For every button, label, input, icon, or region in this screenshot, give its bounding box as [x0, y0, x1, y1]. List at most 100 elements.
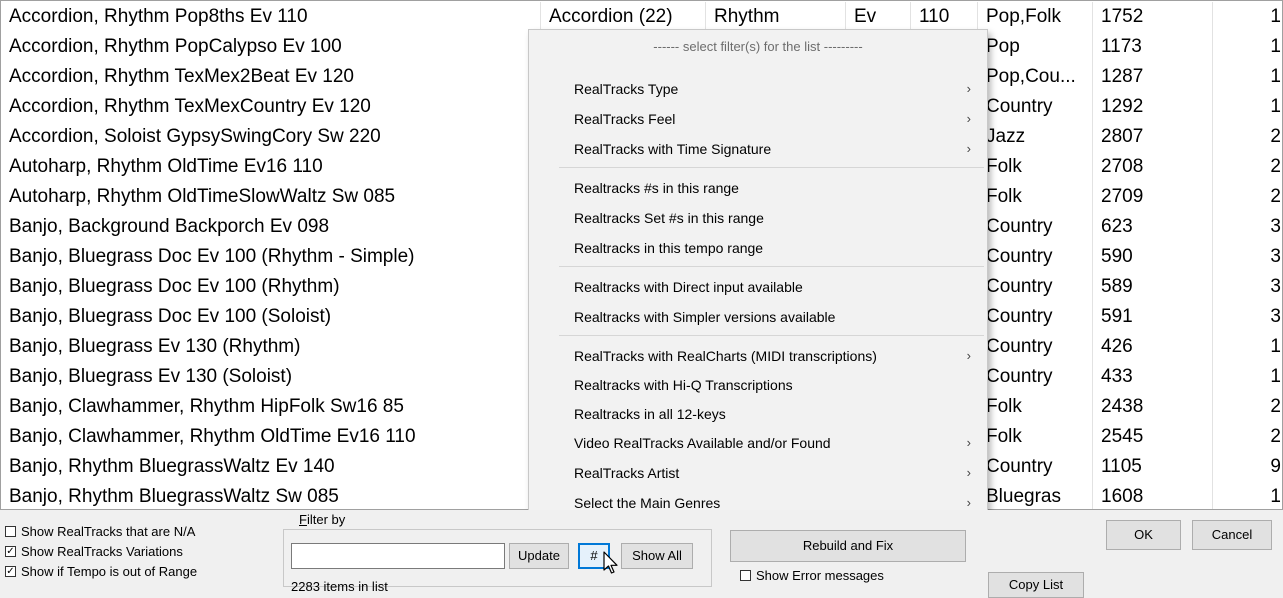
list-row[interactable]: Accordion, Rhythm Pop8ths Ev 110 Accordio… — [1, 2, 1282, 32]
cell-genre: Country — [978, 452, 1093, 482]
menu-item[interactable]: RealTracks Artist › — [531, 460, 985, 486]
cell-name: Banjo, Rhythm BluegrassWaltz Sw 085 — [1, 482, 541, 509]
menu-item-label: RealTracks with Time Signature — [574, 141, 772, 157]
checkbox-box-checked[interactable]: ✓ — [5, 566, 16, 577]
cell-last: 9 — [1213, 452, 1282, 482]
cell-num: 2708 — [1093, 152, 1213, 182]
cell-num: 2545 — [1093, 422, 1213, 452]
checkbox-box[interactable] — [5, 526, 16, 537]
checkbox-label: Show RealTracks that are N/A — [21, 524, 196, 539]
menu-item-label: Realtracks in all 12-keys — [574, 406, 726, 422]
menu-item[interactable]: Video RealTracks Available and/or Found › — [531, 430, 985, 456]
cell-num: 1287 — [1093, 62, 1213, 92]
cell-name: Autoharp, Rhythm OldTimeSlowWaltz Sw 085 — [1, 182, 541, 212]
menu-separator — [559, 335, 984, 336]
menu-item[interactable]: Realtracks with Hi-Q Transcriptions — [531, 372, 985, 398]
menu-item[interactable]: RealTracks Type › — [531, 76, 985, 102]
cell-genre: Country — [978, 212, 1093, 242]
cell-feel: Ev — [846, 2, 911, 32]
cell-name: Banjo, Clawhammer, Rhythm OldTime Ev16 1… — [1, 422, 541, 452]
menu-item[interactable]: RealTracks Feel › — [531, 106, 985, 132]
cell-name: Autoharp, Rhythm OldTime Ev16 110 — [1, 152, 541, 182]
cell-num: 2709 — [1093, 182, 1213, 212]
filter-input[interactable] — [291, 543, 505, 569]
cell-genre: Country — [978, 92, 1093, 122]
cell-name: Banjo, Bluegrass Doc Ev 100 (Rhythm - Si… — [1, 242, 541, 272]
cell-name: Banjo, Bluegrass Ev 130 (Soloist) — [1, 362, 541, 392]
menu-item[interactable]: RealTracks with Time Signature › — [531, 136, 985, 162]
cell-last: 1 — [1213, 92, 1282, 122]
cell-last: 2 — [1213, 392, 1282, 422]
menu-item-label: Video RealTracks Available and/or Found — [574, 435, 831, 451]
menu-item[interactable]: Realtracks #s in this range — [531, 175, 985, 201]
checkbox-label: Show RealTracks Variations — [21, 544, 183, 559]
copy-list-button[interactable]: Copy List — [988, 572, 1084, 598]
filter-group-title: Filter by — [296, 512, 349, 527]
cell-last: 1 — [1213, 2, 1282, 32]
submenu-arrow-icon: › — [966, 348, 971, 363]
cell-tempo: 110 — [911, 2, 978, 32]
cell-name: Banjo, Rhythm BluegrassWaltz Ev 140 — [1, 452, 541, 482]
submenu-arrow-icon: › — [966, 141, 971, 156]
cell-num: 1105 — [1093, 452, 1213, 482]
cell-num: 2438 — [1093, 392, 1213, 422]
cell-genre: Pop,Folk — [978, 2, 1093, 32]
cell-name: Banjo, Clawhammer, Rhythm HipFolk Sw16 8… — [1, 392, 541, 422]
cell-last: 1 — [1213, 362, 1282, 392]
menu-item[interactable]: Realtracks with Simpler versions availab… — [531, 304, 985, 330]
menu-item-label: RealTracks with RealCharts (MIDI transcr… — [574, 348, 877, 364]
cell-name: Banjo, Bluegrass Ev 130 (Rhythm) — [1, 332, 541, 362]
cell-name: Banjo, Background Backporch Ev 098 — [1, 212, 541, 242]
submenu-arrow-icon: › — [966, 465, 971, 480]
cell-last: 1 — [1213, 62, 1282, 92]
menu-item[interactable]: Realtracks in all 12-keys — [531, 401, 985, 427]
cell-last: 3 — [1213, 212, 1282, 242]
menu-item[interactable]: Realtracks with Direct input available — [531, 274, 985, 300]
cell-genre: Country — [978, 362, 1093, 392]
submenu-arrow-icon: › — [966, 81, 971, 96]
cell-genre: Country — [978, 302, 1093, 332]
cell-last: 1 — [1213, 332, 1282, 362]
menu-item[interactable]: Realtracks Set #s in this range — [531, 205, 985, 231]
cell-genre: Country — [978, 272, 1093, 302]
cell-last: 3 — [1213, 242, 1282, 272]
cell-last: 2 — [1213, 182, 1282, 212]
cell-num: 623 — [1093, 212, 1213, 242]
filter-title-accelerator: F — [299, 512, 307, 527]
menu-item-label: Realtracks with Hi-Q Transcriptions — [574, 377, 793, 393]
checkbox-label: Show if Tempo is out of Range — [21, 564, 198, 579]
ok-button[interactable]: OK — [1106, 520, 1181, 550]
cell-num: 1752 — [1093, 2, 1213, 32]
menu-separator — [559, 167, 984, 168]
show-all-button[interactable]: Show All — [621, 543, 693, 569]
cell-kind: Rhythm — [706, 2, 846, 32]
cell-last: 1 — [1213, 32, 1282, 62]
cell-genre: Bluegras — [978, 482, 1093, 509]
menu-item[interactable]: Realtracks in this tempo range — [531, 235, 985, 261]
menu-item-label: Select the Main Genres — [574, 495, 721, 511]
cell-name: Banjo, Bluegrass Doc Ev 100 (Rhythm) — [1, 272, 541, 302]
update-button[interactable]: Update — [509, 543, 569, 569]
cell-last: 2 — [1213, 122, 1282, 152]
cell-genre: Folk — [978, 422, 1093, 452]
cell-genre: Pop,Cou... — [978, 62, 1093, 92]
cell-num: 591 — [1093, 302, 1213, 332]
cell-last: 3 — [1213, 302, 1282, 332]
cell-genre: Folk — [978, 392, 1093, 422]
checkbox-box[interactable] — [740, 570, 751, 581]
cell-genre: Folk — [978, 182, 1093, 212]
cell-name: Accordion, Rhythm PopCalypso Ev 100 — [1, 32, 541, 62]
cell-genre: Country — [978, 242, 1093, 272]
mouse-pointer-icon — [603, 551, 618, 574]
cancel-button[interactable]: Cancel — [1192, 520, 1272, 550]
menu-item-label: RealTracks Artist — [574, 465, 680, 481]
cell-num: 1608 — [1093, 482, 1213, 509]
cell-name: Accordion, Rhythm TexMex2Beat Ev 120 — [1, 62, 541, 92]
cell-last: 1 — [1213, 482, 1282, 509]
menu-item-label: Realtracks with Simpler versions availab… — [574, 309, 836, 325]
cell-name: Accordion, Rhythm Pop8ths Ev 110 — [1, 2, 541, 32]
checkbox-box-checked[interactable]: ✓ — [5, 546, 16, 557]
menu-item-label: RealTracks Feel — [574, 111, 676, 127]
rebuild-and-fix-button[interactable]: Rebuild and Fix — [730, 530, 966, 562]
menu-item[interactable]: RealTracks with RealCharts (MIDI transcr… — [531, 343, 985, 369]
